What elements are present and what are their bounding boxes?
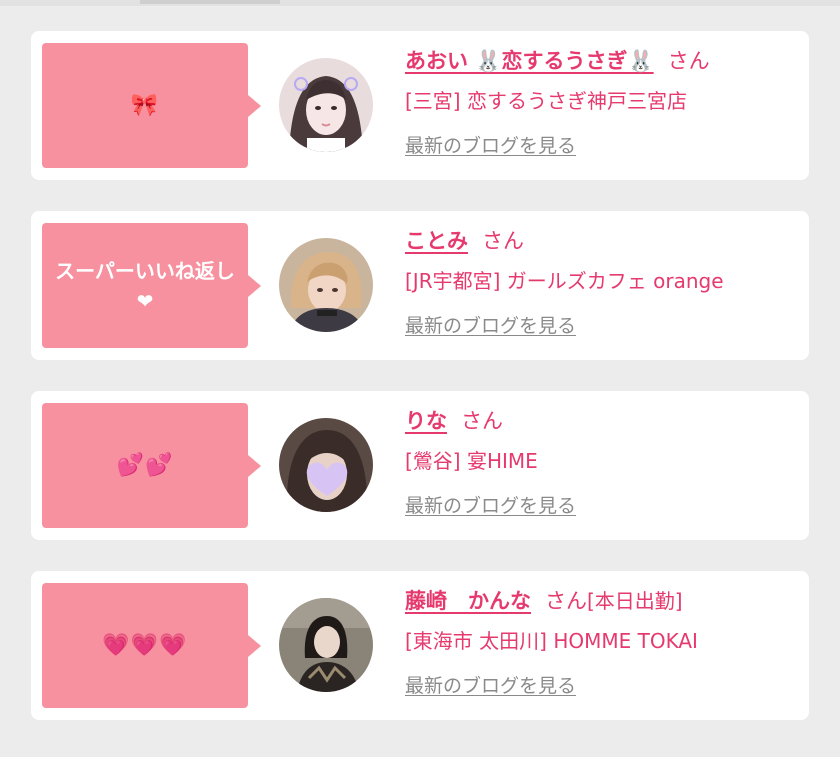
- status-label: [本日出勤]: [587, 589, 683, 613]
- girl-name-link[interactable]: あおい 🐰恋するうさぎ🐰: [405, 49, 654, 73]
- latest-blog-link[interactable]: 最新のブログを見る: [405, 673, 576, 699]
- girl-photo-icon: [279, 238, 373, 332]
- message-card: 💕💕 りな さん [鶯谷] 宴HIME 最新のブログを見る: [31, 391, 809, 540]
- girl-name-link[interactable]: 藤崎 かんな: [405, 589, 531, 613]
- message-card: スーパーいいね返し ❤ ことみ さん [JR宇都宮] ガールズカフェ orange…: [31, 211, 809, 360]
- girl-photo-icon: [279, 58, 373, 152]
- avatar[interactable]: [279, 598, 373, 692]
- avatar[interactable]: [279, 58, 373, 152]
- name-line: あおい 🐰恋するうさぎ🐰 さん: [405, 45, 805, 77]
- shop-name: [鶯谷] 宴HIME: [405, 449, 538, 473]
- honorific: さん: [461, 409, 503, 433]
- card-info: りな さん [鶯谷] 宴HIME 最新のブログを見る: [405, 405, 805, 519]
- girl-photo-icon: [279, 598, 373, 692]
- avatar[interactable]: [279, 238, 373, 332]
- honorific: さん: [482, 229, 524, 253]
- girl-name-link[interactable]: りな: [405, 409, 447, 433]
- latest-blog-link[interactable]: 最新のブログを見る: [405, 493, 576, 519]
- latest-blog-link[interactable]: 最新のブログを見る: [405, 133, 576, 159]
- hearts-emoji: 💗💗💗: [102, 632, 188, 658]
- shop-name: [三宮] 恋するうさぎ神戸三宮店: [405, 89, 687, 113]
- honorific: さん: [667, 49, 710, 73]
- card-info: 藤崎 かんな さん[本日出勤] [東海市 太田川] HOMME TOKAI 最新の…: [405, 585, 805, 699]
- message-bubble: 💕💕: [42, 403, 261, 528]
- tab-indicator: [140, 0, 280, 4]
- name-line: ことみ さん: [405, 225, 805, 257]
- message-card: 💗💗💗 藤崎 かんな さん[本日出勤] [東海市 太田川] HOMME TOKAI…: [31, 571, 809, 720]
- message-card: 🎀 あおい 🐰恋するうさぎ🐰 さん [三宮] 恋するうさぎ神戸三宮店 最新のブログ…: [31, 31, 809, 180]
- message-bubble: 🎀: [42, 43, 261, 168]
- avatar[interactable]: [279, 418, 373, 512]
- message-bubble: スーパーいいね返し ❤: [42, 223, 261, 348]
- card-info: あおい 🐰恋するうさぎ🐰 さん [三宮] 恋するうさぎ神戸三宮店 最新のブログを見…: [405, 45, 805, 159]
- name-line: 藤崎 かんな さん[本日出勤]: [405, 585, 805, 617]
- hearts-emoji: 💕💕: [116, 452, 174, 478]
- latest-blog-link[interactable]: 最新のブログを見る: [405, 313, 576, 339]
- shop-name: [東海市 太田川] HOMME TOKAI: [405, 629, 698, 653]
- name-line: りな さん: [405, 405, 805, 437]
- girl-name-link[interactable]: ことみ: [405, 229, 468, 253]
- top-scroll-bar: [0, 0, 840, 6]
- message-bubble: 💗💗💗: [42, 583, 261, 708]
- shop-name: [JR宇都宮] ガールズカフェ orange: [405, 269, 724, 293]
- girl-photo-icon: [279, 418, 373, 512]
- bubble-message-text: スーパーいいね返し ❤: [55, 258, 235, 313]
- honorific: さん: [545, 589, 587, 613]
- ribbon-emoji: 🎀: [130, 92, 160, 118]
- card-info: ことみ さん [JR宇都宮] ガールズカフェ orange 最新のブログを見る: [405, 225, 805, 339]
